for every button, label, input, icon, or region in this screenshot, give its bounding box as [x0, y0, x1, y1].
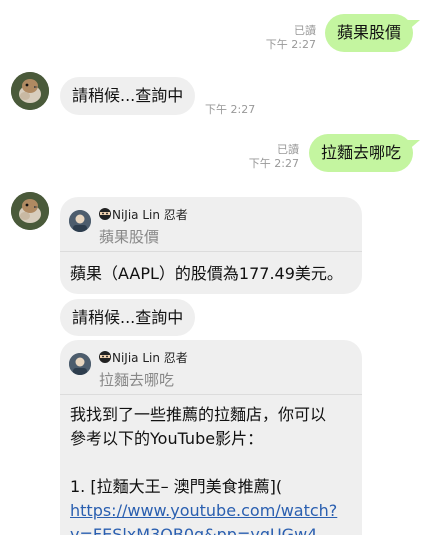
- message-text: 請稍候...查詢中: [72, 308, 184, 327]
- quoted-text: 蘋果股價: [99, 228, 160, 246]
- incoming-message-bubble[interactable]: 請稍候...查詢中: [60, 77, 196, 115]
- youtube-link[interactable]: https://www.youtube.com/watch?: [70, 499, 352, 523]
- read-label: 已讀: [294, 24, 316, 37]
- reply-message-card[interactable]: NiJia Lin 忍者 拉麵去哪吃 我找到了一些推薦的拉麵店，你可以 參考以下…: [60, 340, 362, 535]
- reply-text: 蘋果（AAPL）的股價為177.49美元。: [70, 264, 343, 283]
- author-name: NiJia Lin 忍者: [112, 351, 188, 365]
- author-name: NiJia Lin 忍者: [112, 208, 188, 222]
- incoming-message-bubble[interactable]: 請稍候...查詢中: [60, 299, 196, 336]
- bubble-tail: [406, 20, 420, 32]
- ninja-emoji-icon: [99, 351, 111, 363]
- reply-body: 蘋果（AAPL）的股價為177.49美元。: [60, 252, 362, 294]
- bird-avatar-icon[interactable]: [11, 72, 49, 110]
- outgoing-message-bubble[interactable]: 拉麵去哪吃: [308, 134, 413, 172]
- message-time: 下午 2:27: [265, 38, 316, 51]
- quoted-message[interactable]: NiJia Lin 忍者 拉麵去哪吃: [60, 340, 362, 395]
- reply-body: 我找到了一些推薦的拉麵店，你可以 參考以下的YouTube影片： 1. [拉麵大…: [60, 395, 362, 535]
- reply-blank-line: [70, 451, 352, 475]
- message-time: 下午 2:27: [248, 157, 299, 170]
- youtube-link-continued[interactable]: v=FESlxM3QB0g&pp=ygUGw4...: [70, 523, 352, 535]
- quoted-message[interactable]: NiJia Lin 忍者 蘋果股價: [60, 197, 362, 252]
- reply-line: 我找到了一些推薦的拉麵店，你可以: [70, 405, 327, 424]
- quote-author: NiJia Lin 忍者: [98, 206, 188, 223]
- reply-message-card[interactable]: NiJia Lin 忍者 蘋果股價 蘋果（AAPL）的股價為177.49美元。: [60, 197, 362, 294]
- outgoing-message-bubble[interactable]: 蘋果股價: [324, 14, 413, 52]
- chat-area: 已讀 下午 2:27 蘋果股價 請稍候...查詢中 下午 2:27 已讀 下午 …: [0, 0, 429, 535]
- reply-line: 1. [拉麵大王– 澳門美食推薦](: [70, 477, 283, 496]
- reply-line: 參考以下的YouTube影片：: [70, 429, 264, 448]
- bubble-tail: [406, 140, 420, 152]
- message-text: 請稍候...查詢中: [72, 86, 184, 105]
- read-receipt: 已讀 下午 2:27: [266, 24, 316, 52]
- ninja-emoji-icon: [99, 208, 111, 220]
- message-text: 蘋果股價: [336, 23, 401, 42]
- message-time: 下午 2:27: [205, 103, 256, 116]
- user-avatar-icon: [69, 210, 91, 232]
- bird-avatar-icon[interactable]: [11, 192, 49, 230]
- read-label: 已讀: [277, 143, 299, 156]
- message-text: 拉麵去哪吃: [320, 143, 401, 162]
- read-receipt: 已讀 下午 2:27: [249, 143, 299, 171]
- quoted-text: 拉麵去哪吃: [99, 371, 175, 389]
- quote-author: NiJia Lin 忍者: [98, 349, 188, 366]
- user-avatar-icon: [69, 353, 91, 375]
